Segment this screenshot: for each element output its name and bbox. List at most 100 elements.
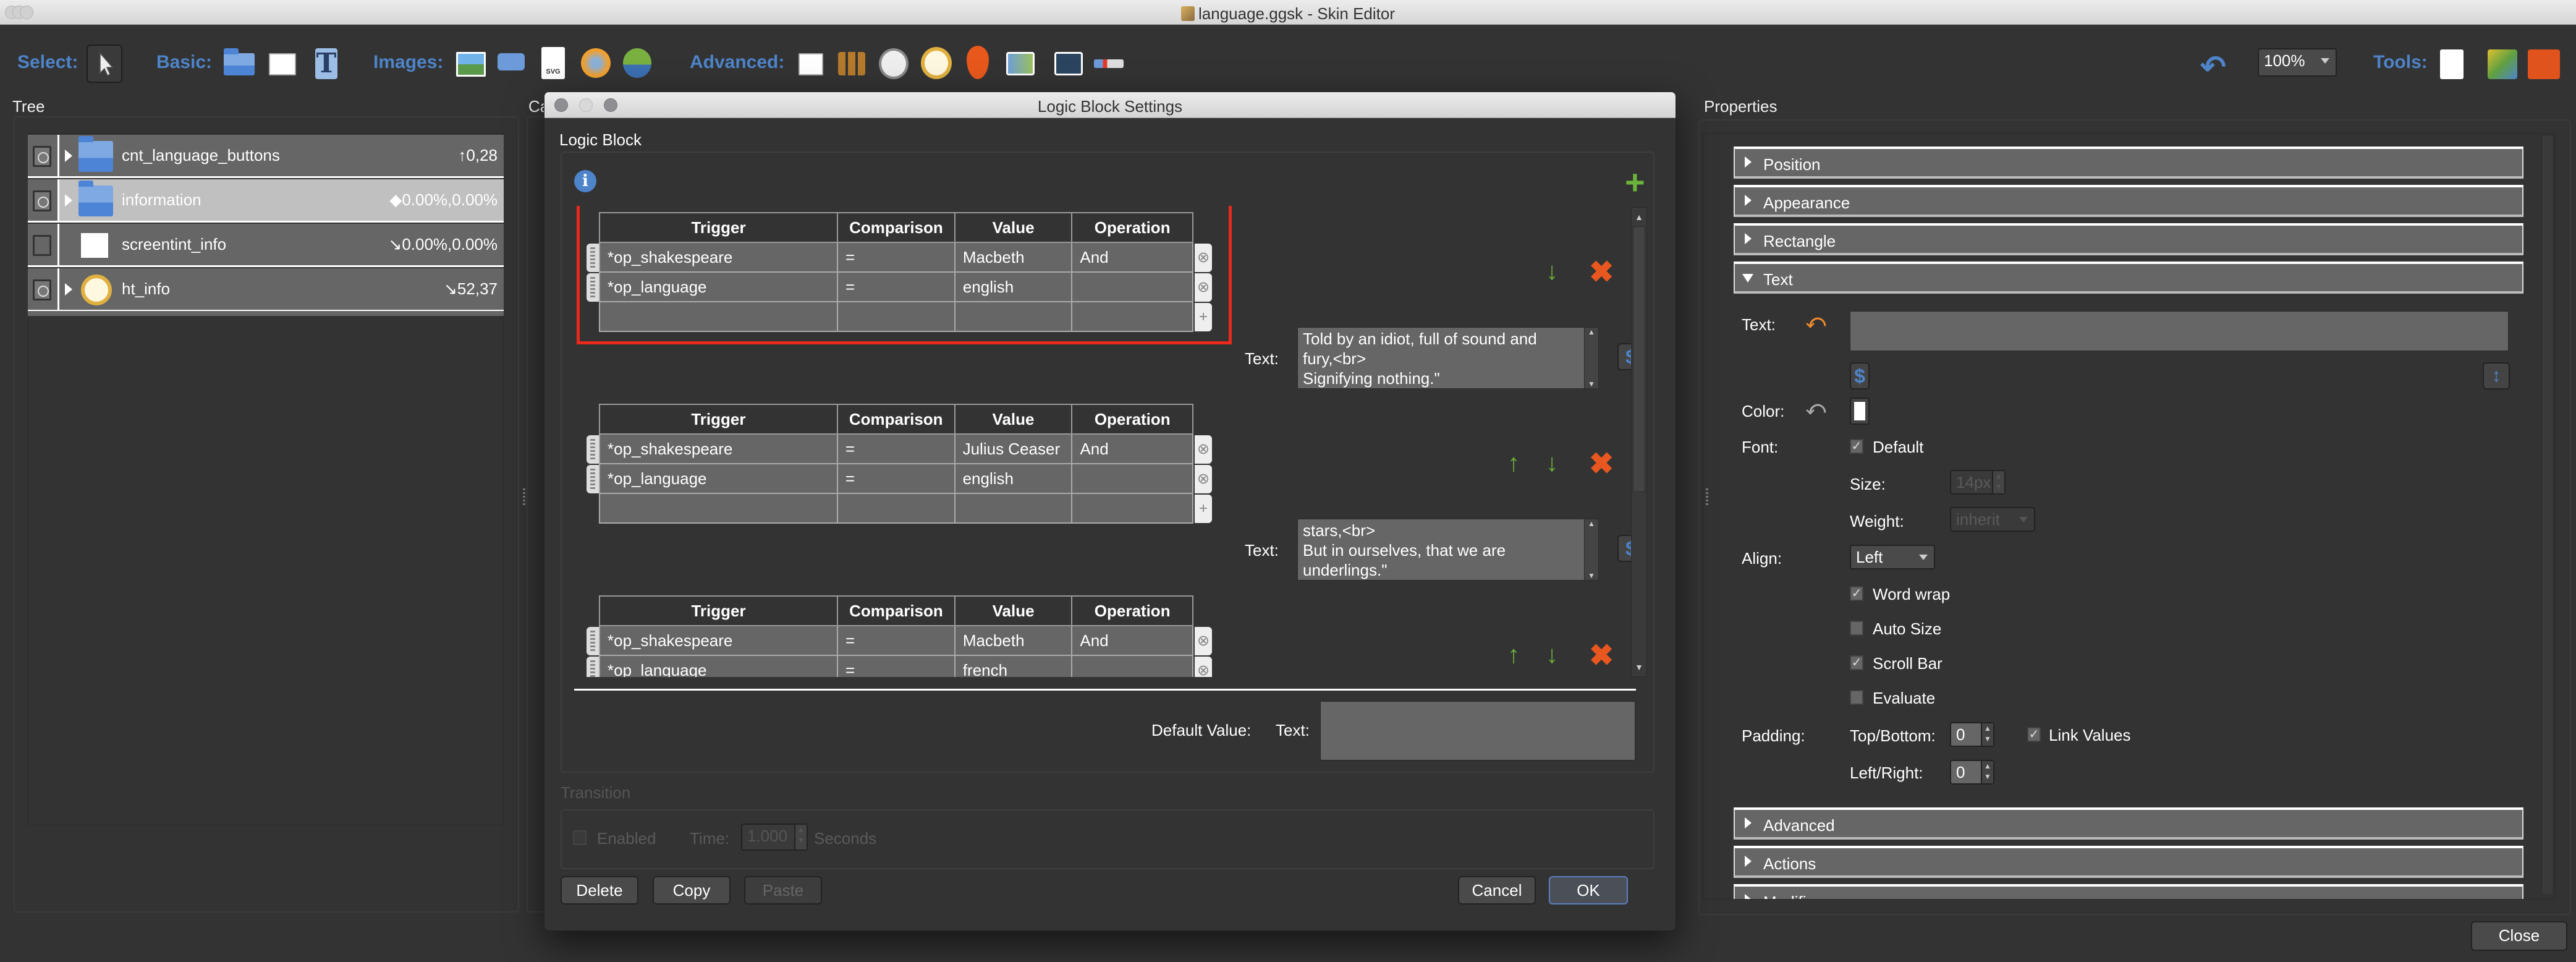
comparison-cell[interactable]: = xyxy=(836,433,955,464)
operation-cell[interactable] xyxy=(1071,655,1193,677)
remove-condition-icon[interactable]: ⊗ xyxy=(1195,657,1212,677)
scrollbar-thumb[interactable] xyxy=(1633,226,1645,492)
operation-cell[interactable]: And xyxy=(1071,625,1193,656)
drag-handle[interactable] xyxy=(587,657,599,677)
splitter-handle[interactable] xyxy=(523,488,525,507)
auto-size-checkbox[interactable] xyxy=(1850,621,1863,636)
comparison-cell[interactable]: = xyxy=(837,271,955,302)
value-cell[interactable]: Macbeth xyxy=(954,242,1073,273)
add-condition-icon[interactable]: + xyxy=(1195,303,1212,331)
comparison-cell[interactable]: = xyxy=(836,463,955,494)
tree-item[interactable]: information ◆0.00%,0.00% xyxy=(28,179,504,223)
ok-button[interactable]: OK xyxy=(1549,876,1628,905)
map-pin-icon[interactable] xyxy=(967,46,989,79)
comparison-cell[interactable]: = xyxy=(837,625,955,656)
scrollarea-icon[interactable] xyxy=(799,53,823,75)
blocks-scrollbar[interactable]: ▲ ▼ xyxy=(1631,207,1647,677)
move-up-icon[interactable]: ↑ xyxy=(1507,449,1520,477)
comparison-cell[interactable]: = xyxy=(837,655,955,677)
map-icon[interactable] xyxy=(1006,52,1035,75)
expand-editor-icon[interactable]: ↕ xyxy=(2483,362,2510,389)
top-bottom-spinner[interactable]: 0 ▲ ▼ xyxy=(1950,722,1994,747)
move-down-icon[interactable]: ↓ xyxy=(1546,641,1558,669)
condition-row[interactable]: *op_shakespeare = Macbeth And xyxy=(598,625,1193,656)
condition-row[interactable]: *op_language = english xyxy=(599,463,1193,494)
operation-cell[interactable]: And xyxy=(1071,242,1193,273)
section-appearance[interactable]: Appearance xyxy=(1734,185,2523,217)
scroll-bar-checkbox[interactable]: ✓ xyxy=(1850,655,1863,670)
empty-condition-row[interactable] xyxy=(599,493,1193,524)
trigger-cell[interactable]: *op_shakespeare xyxy=(599,433,838,464)
transition-enabled-checkbox[interactable] xyxy=(573,830,587,845)
properties-scrollbar[interactable] xyxy=(2541,135,2554,895)
expand-arrow-icon[interactable] xyxy=(65,194,72,206)
splitter-handle[interactable] xyxy=(1706,488,1708,507)
section-rectangle[interactable]: Rectangle xyxy=(1734,223,2523,255)
find-icon[interactable] xyxy=(2440,49,2464,79)
zoom-select[interactable]: 100% xyxy=(2258,48,2337,77)
drag-handle[interactable] xyxy=(587,244,599,272)
remove-condition-icon[interactable]: ⊗ xyxy=(1195,273,1212,302)
tree-item[interactable]: screentint_info ↘0.00%,0.00% xyxy=(28,224,504,267)
scroll-down-icon[interactable]: ▼ xyxy=(1585,380,1598,388)
text-icon[interactable]: T xyxy=(315,48,337,79)
tree-item[interactable]: ht_info ↘52,37 xyxy=(28,268,504,312)
move-down-icon[interactable]: ↓ xyxy=(1546,258,1558,286)
font-default-checkbox[interactable]: ✓ xyxy=(1850,439,1863,454)
condition-row[interactable]: *op_shakespeare = Julius Ceaser And xyxy=(599,433,1193,464)
section-modifiers[interactable]: Modifiers xyxy=(1734,884,2523,899)
scroll-up-icon[interactable]: ▲ xyxy=(1585,328,1598,336)
add-condition-icon[interactable]: + xyxy=(1195,495,1212,523)
text-scrollbar[interactable]: ▲ ▼ xyxy=(1584,327,1599,389)
left-right-spinner[interactable]: 0 ▲ ▼ xyxy=(1950,760,1994,785)
expand-arrow-icon[interactable] xyxy=(65,283,72,296)
trigger-cell[interactable]: *op_language xyxy=(598,655,839,677)
rectangle-icon[interactable] xyxy=(269,53,296,75)
paste-button[interactable]: Paste xyxy=(744,876,822,905)
eye-icon[interactable] xyxy=(33,146,51,167)
toolbox-icon[interactable] xyxy=(2528,49,2560,79)
image-icon[interactable] xyxy=(456,52,486,77)
remove-condition-icon[interactable]: ⊗ xyxy=(1195,465,1212,493)
drag-handle[interactable] xyxy=(587,273,599,302)
weight-select[interactable]: inherit xyxy=(1950,507,2035,532)
svg-icon[interactable]: SVG xyxy=(541,47,565,79)
drag-handle[interactable] xyxy=(587,465,599,493)
hotspot-globe-icon[interactable] xyxy=(581,48,611,78)
timer-icon[interactable] xyxy=(879,48,909,79)
move-down-icon[interactable]: ↓ xyxy=(1546,449,1558,477)
undo-icon[interactable]: ↶ xyxy=(2200,51,2226,82)
text-input[interactable] xyxy=(1850,311,2509,351)
scroll-up-icon[interactable]: ▲ xyxy=(1585,519,1598,528)
scroll-down-icon[interactable]: ▼ xyxy=(1585,571,1598,580)
empty-condition-row[interactable] xyxy=(598,301,1193,332)
trigger-cell[interactable]: *op_language xyxy=(598,271,839,302)
default-text-input[interactable] xyxy=(1320,701,1635,760)
close-button[interactable]: Close xyxy=(2471,921,2567,951)
link-property-icon[interactable]: ⤺ xyxy=(1806,398,1826,419)
text-scrollbar[interactable]: ▲ ▼ xyxy=(1584,519,1599,581)
delete-block-icon[interactable]: ✖ xyxy=(1589,449,1614,479)
button-icon[interactable] xyxy=(498,53,525,70)
map-pin-globe-icon[interactable] xyxy=(623,48,651,78)
value-cell[interactable]: english xyxy=(954,463,1073,494)
drag-handle[interactable] xyxy=(587,627,599,655)
drag-handle[interactable] xyxy=(587,435,599,464)
operation-cell[interactable]: And xyxy=(1071,433,1193,464)
scroll-down-icon[interactable]: ▼ xyxy=(1633,659,1645,675)
copy-button[interactable]: Copy xyxy=(653,876,731,905)
cancel-button[interactable]: Cancel xyxy=(1458,876,1536,905)
visibility-toggle[interactable] xyxy=(33,235,51,256)
size-spinner[interactable]: 14px ▲ ▼ xyxy=(1950,470,2006,495)
delete-block-icon[interactable]: ✖ xyxy=(1589,258,1614,287)
section-advanced[interactable]: Advanced xyxy=(1734,807,2523,840)
color-swatch-button[interactable] xyxy=(1850,398,1870,425)
trigger-cell[interactable]: *op_shakespeare xyxy=(598,625,839,656)
word-wrap-checkbox[interactable]: ✓ xyxy=(1850,586,1863,601)
delete-button[interactable]: Delete xyxy=(561,876,638,905)
section-position[interactable]: Position xyxy=(1734,147,2523,179)
toggle-icon[interactable] xyxy=(1094,59,1124,68)
condition-row[interactable]: *op_language = english xyxy=(598,271,1193,302)
section-text[interactable]: Text xyxy=(1734,262,2523,294)
link-property-icon[interactable]: ⤺ xyxy=(1806,312,1826,333)
